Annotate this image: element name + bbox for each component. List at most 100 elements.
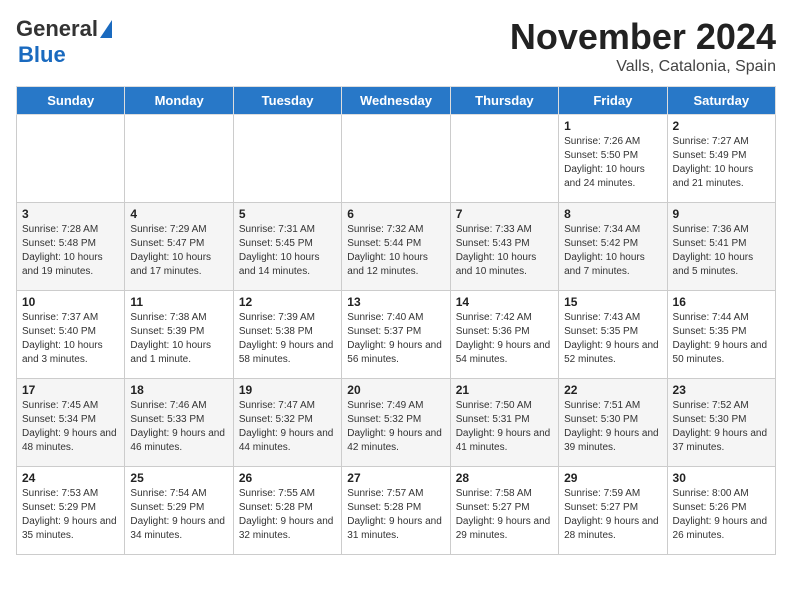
logo: General Blue: [16, 16, 112, 68]
day-info: Sunrise: 7:46 AM Sunset: 5:33 PM Dayligh…: [130, 399, 227, 455]
day-number: 9: [673, 207, 770, 221]
day-number: 30: [673, 471, 770, 485]
day-number: 3: [22, 207, 119, 221]
calendar-week-row: 10 Sunrise: 7:37 AM Sunset: 5:40 PM Dayli…: [17, 291, 776, 379]
day-info: Sunrise: 7:43 AM Sunset: 5:35 PM Dayligh…: [564, 311, 661, 367]
calendar-week-row: 3 Sunrise: 7:28 AM Sunset: 5:48 PM Daylig…: [17, 203, 776, 291]
day-of-week-header: Friday: [559, 87, 667, 115]
calendar-header: SundayMondayTuesdayWednesdayThursdayFrid…: [17, 87, 776, 115]
day-of-week-header: Wednesday: [342, 87, 450, 115]
day-number: 11: [130, 295, 227, 309]
day-of-week-header: Monday: [125, 87, 233, 115]
day-number: 24: [22, 471, 119, 485]
title-area: November 2024 Valls, Catalonia, Spain: [510, 16, 776, 76]
day-number: 27: [347, 471, 444, 485]
calendar-cell: 10 Sunrise: 7:37 AM Sunset: 5:40 PM Dayli…: [17, 291, 125, 379]
day-number: 10: [22, 295, 119, 309]
day-number: 7: [456, 207, 553, 221]
day-info: Sunrise: 7:28 AM Sunset: 5:48 PM Dayligh…: [22, 223, 119, 279]
day-number: 5: [239, 207, 336, 221]
day-info: Sunrise: 8:00 AM Sunset: 5:26 PM Dayligh…: [673, 487, 770, 543]
calendar-cell: 7 Sunrise: 7:33 AM Sunset: 5:43 PM Daylig…: [450, 203, 558, 291]
day-info: Sunrise: 7:50 AM Sunset: 5:31 PM Dayligh…: [456, 399, 553, 455]
calendar-cell: 17 Sunrise: 7:45 AM Sunset: 5:34 PM Dayli…: [17, 379, 125, 467]
month-title: November 2024: [510, 16, 776, 58]
calendar-cell: 9 Sunrise: 7:36 AM Sunset: 5:41 PM Daylig…: [667, 203, 775, 291]
day-number: 14: [456, 295, 553, 309]
calendar-cell: 3 Sunrise: 7:28 AM Sunset: 5:48 PM Daylig…: [17, 203, 125, 291]
day-number: 19: [239, 383, 336, 397]
day-info: Sunrise: 7:54 AM Sunset: 5:29 PM Dayligh…: [130, 487, 227, 543]
day-info: Sunrise: 7:26 AM Sunset: 5:50 PM Dayligh…: [564, 135, 661, 191]
day-info: Sunrise: 7:59 AM Sunset: 5:27 PM Dayligh…: [564, 487, 661, 543]
calendar-cell: 16Sunrise: 7:44 AM Sunset: 5:35 PM Dayli…: [667, 291, 775, 379]
calendar-cell: 5 Sunrise: 7:31 AM Sunset: 5:45 PM Daylig…: [233, 203, 341, 291]
calendar-week-row: 1 Sunrise: 7:26 AM Sunset: 5:50 PM Daylig…: [17, 115, 776, 203]
calendar-cell: 2 Sunrise: 7:27 AM Sunset: 5:49 PM Daylig…: [667, 115, 775, 203]
day-number: 13: [347, 295, 444, 309]
logo-blue: Blue: [18, 42, 66, 67]
day-of-week-header: Sunday: [17, 87, 125, 115]
calendar-cell: [342, 115, 450, 203]
calendar-cell: 11 Sunrise: 7:38 AM Sunset: 5:39 PM Dayli…: [125, 291, 233, 379]
day-info: Sunrise: 7:44 AM Sunset: 5:35 PM Dayligh…: [673, 311, 770, 367]
day-info: Sunrise: 7:31 AM Sunset: 5:45 PM Dayligh…: [239, 223, 336, 279]
calendar-cell: [125, 115, 233, 203]
days-of-week-row: SundayMondayTuesdayWednesdayThursdayFrid…: [17, 87, 776, 115]
day-of-week-header: Tuesday: [233, 87, 341, 115]
calendar-cell: 18 Sunrise: 7:46 AM Sunset: 5:33 PM Dayli…: [125, 379, 233, 467]
day-number: 15: [564, 295, 661, 309]
day-number: 17: [22, 383, 119, 397]
calendar-cell: [450, 115, 558, 203]
calendar-week-row: 17 Sunrise: 7:45 AM Sunset: 5:34 PM Dayli…: [17, 379, 776, 467]
day-info: Sunrise: 7:38 AM Sunset: 5:39 PM Dayligh…: [130, 311, 227, 367]
calendar-week-row: 24Sunrise: 7:53 AM Sunset: 5:29 PM Dayli…: [17, 467, 776, 555]
day-info: Sunrise: 7:45 AM Sunset: 5:34 PM Dayligh…: [22, 399, 119, 455]
day-info: Sunrise: 7:57 AM Sunset: 5:28 PM Dayligh…: [347, 487, 444, 543]
day-number: 28: [456, 471, 553, 485]
day-info: Sunrise: 7:29 AM Sunset: 5:47 PM Dayligh…: [130, 223, 227, 279]
day-info: Sunrise: 7:40 AM Sunset: 5:37 PM Dayligh…: [347, 311, 444, 367]
day-info: Sunrise: 7:51 AM Sunset: 5:30 PM Dayligh…: [564, 399, 661, 455]
day-info: Sunrise: 7:39 AM Sunset: 5:38 PM Dayligh…: [239, 311, 336, 367]
calendar-cell: 13 Sunrise: 7:40 AM Sunset: 5:37 PM Dayli…: [342, 291, 450, 379]
day-number: 8: [564, 207, 661, 221]
calendar-cell: 12 Sunrise: 7:39 AM Sunset: 5:38 PM Dayli…: [233, 291, 341, 379]
calendar-cell: 25 Sunrise: 7:54 AM Sunset: 5:29 PM Dayli…: [125, 467, 233, 555]
day-number: 12: [239, 295, 336, 309]
header: General Blue November 2024 Valls, Catalo…: [16, 16, 776, 76]
day-number: 20: [347, 383, 444, 397]
day-number: 18: [130, 383, 227, 397]
day-info: Sunrise: 7:33 AM Sunset: 5:43 PM Dayligh…: [456, 223, 553, 279]
calendar-cell: 26Sunrise: 7:55 AM Sunset: 5:28 PM Dayli…: [233, 467, 341, 555]
calendar-cell: 27 Sunrise: 7:57 AM Sunset: 5:28 PM Dayli…: [342, 467, 450, 555]
day-info: Sunrise: 7:36 AM Sunset: 5:41 PM Dayligh…: [673, 223, 770, 279]
day-info: Sunrise: 7:47 AM Sunset: 5:32 PM Dayligh…: [239, 399, 336, 455]
calendar-cell: 8 Sunrise: 7:34 AM Sunset: 5:42 PM Daylig…: [559, 203, 667, 291]
day-number: 1: [564, 119, 661, 133]
day-info: Sunrise: 7:37 AM Sunset: 5:40 PM Dayligh…: [22, 311, 119, 367]
day-number: 23: [673, 383, 770, 397]
calendar-cell: 4Sunrise: 7:29 AM Sunset: 5:47 PM Daylig…: [125, 203, 233, 291]
calendar-cell: 15 Sunrise: 7:43 AM Sunset: 5:35 PM Dayli…: [559, 291, 667, 379]
day-number: 2: [673, 119, 770, 133]
day-info: Sunrise: 7:42 AM Sunset: 5:36 PM Dayligh…: [456, 311, 553, 367]
calendar-cell: 6Sunrise: 7:32 AM Sunset: 5:44 PM Daylig…: [342, 203, 450, 291]
calendar-cell: 24Sunrise: 7:53 AM Sunset: 5:29 PM Dayli…: [17, 467, 125, 555]
calendar-cell: 22Sunrise: 7:51 AM Sunset: 5:30 PM Dayli…: [559, 379, 667, 467]
day-of-week-header: Thursday: [450, 87, 558, 115]
calendar-cell: 21Sunrise: 7:50 AM Sunset: 5:31 PM Dayli…: [450, 379, 558, 467]
day-number: 6: [347, 207, 444, 221]
calendar-cell: [17, 115, 125, 203]
calendar-cell: 28Sunrise: 7:58 AM Sunset: 5:27 PM Dayli…: [450, 467, 558, 555]
calendar-cell: 20Sunrise: 7:49 AM Sunset: 5:32 PM Dayli…: [342, 379, 450, 467]
day-info: Sunrise: 7:27 AM Sunset: 5:49 PM Dayligh…: [673, 135, 770, 191]
calendar-cell: [233, 115, 341, 203]
day-info: Sunrise: 7:55 AM Sunset: 5:28 PM Dayligh…: [239, 487, 336, 543]
calendar-table: SundayMondayTuesdayWednesdayThursdayFrid…: [16, 86, 776, 555]
day-number: 25: [130, 471, 227, 485]
calendar-cell: 23Sunrise: 7:52 AM Sunset: 5:30 PM Dayli…: [667, 379, 775, 467]
day-info: Sunrise: 7:34 AM Sunset: 5:42 PM Dayligh…: [564, 223, 661, 279]
logo-triangle-icon: [100, 20, 112, 38]
calendar-cell: 30 Sunrise: 8:00 AM Sunset: 5:26 PM Dayli…: [667, 467, 775, 555]
